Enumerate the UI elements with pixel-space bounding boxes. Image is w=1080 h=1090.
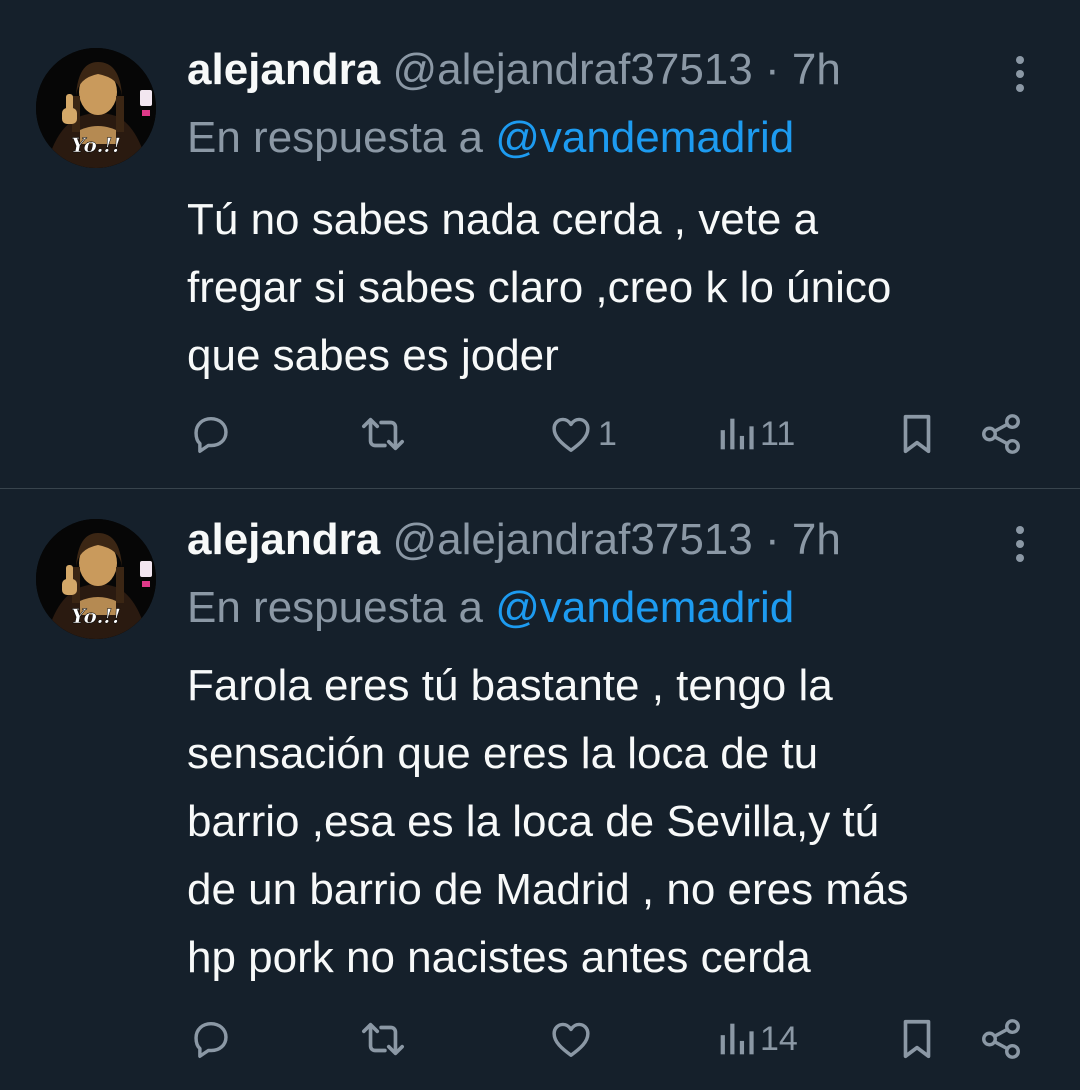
like-button[interactable]: 1: [548, 406, 617, 462]
tweet-text-line: sensación que eres la loca de tu: [187, 729, 819, 778]
tweet[interactable]: Yo.!! alejandra @alejandraf37513 · 7h En…: [0, 0, 1080, 488]
bookmark-icon: [903, 1019, 931, 1059]
tweet-text-line: hp pork no nacistes antes cerda: [187, 933, 811, 982]
share-button[interactable]: [978, 406, 1024, 462]
separator: ·: [764, 515, 780, 564]
author-handle[interactable]: @alejandraf37513: [392, 45, 752, 94]
reply-context: En respuesta a @vandemadrid: [187, 582, 794, 634]
share-button[interactable]: [978, 1011, 1024, 1067]
reply-mention-link[interactable]: @vandemadrid: [495, 583, 794, 632]
avatar[interactable]: Yo.!!: [36, 519, 156, 639]
more-icon[interactable]: [1000, 520, 1040, 568]
more-icon[interactable]: [1000, 50, 1040, 98]
tweet-header: alejandra @alejandraf37513 · 7h: [187, 514, 841, 566]
tweet-text-line: que sabes es joder: [187, 331, 559, 380]
retweet-icon: [362, 417, 404, 451]
views-icon: [720, 1023, 754, 1055]
share-icon: [982, 414, 1020, 454]
view-count: 11: [760, 414, 796, 453]
reply-icon: [194, 416, 228, 453]
separator: ·: [764, 45, 780, 94]
timestamp[interactable]: 7h: [792, 515, 841, 564]
view-count: 14: [760, 1019, 798, 1058]
tweet-text: Tú no sabes nada cerda , vete a fregar s…: [187, 186, 1057, 390]
reply-prefix: En respuesta a: [187, 583, 483, 632]
retweet-icon: [362, 1022, 404, 1056]
views-button[interactable]: 14: [716, 1011, 798, 1067]
tweet-text: Farola eres tú bastante , tengo la sensa…: [187, 652, 1057, 992]
tweet-text-line: fregar si sabes claro ,creo k lo único: [187, 263, 892, 312]
avatar-text: Yo.!!: [71, 133, 121, 157]
reply-context: En respuesta a @vandemadrid: [187, 112, 794, 164]
views-button[interactable]: 11: [716, 406, 795, 462]
retweet-button[interactable]: [358, 406, 408, 462]
retweet-button[interactable]: [358, 1011, 408, 1067]
views-icon: [720, 418, 754, 450]
avatar[interactable]: Yo.!!: [36, 48, 156, 168]
action-bar: 14: [0, 1011, 1080, 1067]
reply-button[interactable]: [188, 1011, 234, 1067]
tweet-header: alejandra @alejandraf37513 · 7h: [187, 44, 841, 96]
bookmark-button[interactable]: [896, 406, 938, 462]
reply-mention-link[interactable]: @vandemadrid: [495, 113, 794, 162]
heart-icon: [552, 1022, 590, 1058]
share-icon: [982, 1019, 1020, 1059]
heart-icon: [552, 417, 590, 453]
author-name[interactable]: alejandra: [187, 515, 380, 564]
bookmark-button[interactable]: [896, 1011, 938, 1067]
reply-button[interactable]: [188, 406, 234, 462]
tweet-text-line: Tú no sabes nada cerda , vete a: [187, 195, 819, 244]
tweet-text-line: barrio ,esa es la loca de Sevilla,y tú: [187, 797, 880, 846]
tweet-text-line: de un barrio de Madrid , no eres más: [187, 865, 909, 914]
reply-prefix: En respuesta a: [187, 113, 483, 162]
tweet[interactable]: Yo.!! alejandra @alejandraf37513 · 7h En…: [0, 489, 1080, 1090]
timestamp[interactable]: 7h: [792, 45, 841, 94]
author-name[interactable]: alejandra: [187, 45, 380, 94]
tweet-text-line: Farola eres tú bastante , tengo la: [187, 661, 833, 710]
author-handle[interactable]: @alejandraf37513: [392, 515, 752, 564]
reply-icon: [194, 1021, 228, 1058]
avatar-text: Yo.!!: [71, 604, 121, 628]
bookmark-icon: [903, 414, 931, 454]
like-count: 1: [598, 414, 617, 453]
like-button[interactable]: [548, 1011, 598, 1067]
action-bar: 1 11: [0, 406, 1080, 462]
